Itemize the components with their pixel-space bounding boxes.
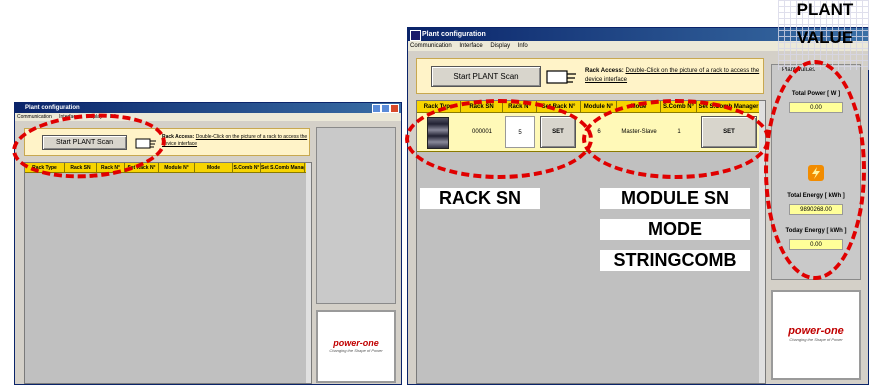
menu-interface[interactable]: Interface bbox=[459, 43, 482, 49]
logo-tagline: Changing the Shape of Power bbox=[329, 348, 383, 353]
left-plant-values-panel bbox=[316, 127, 396, 304]
annotation-plant-value-1: PLANT bbox=[796, 0, 854, 19]
menu-communication[interactable]: Communication bbox=[410, 43, 452, 49]
annotation-plant-value-2: VALUE bbox=[796, 28, 854, 47]
annotation-module-sn: MODULE SN bbox=[600, 188, 750, 209]
left-window-title: Plant configuration bbox=[25, 105, 80, 111]
col-mode: Mode bbox=[195, 163, 233, 172]
left-logo-box: power-one Changing the Shape of Power bbox=[316, 310, 396, 383]
power-one-logo: power-one bbox=[788, 325, 844, 337]
col-scomb-n: S.Comb N° bbox=[233, 163, 261, 172]
menu-display[interactable]: Display bbox=[490, 43, 510, 49]
app-icon bbox=[410, 30, 421, 41]
left-rack-access-text: Rack Access: Double-Click on the picture… bbox=[162, 134, 310, 148]
plant-value-highlight bbox=[764, 60, 866, 280]
power-one-logo: power-one bbox=[333, 338, 379, 348]
rack-sn-highlight bbox=[405, 99, 593, 179]
menu-info[interactable]: Info bbox=[518, 43, 528, 49]
left-grid-scrollbar[interactable] bbox=[306, 163, 311, 383]
rack-access-label: Rack Access: bbox=[585, 68, 624, 74]
left-rack-grid: Rack Type Rack SN Rack N° Set Rack N° Mo… bbox=[24, 162, 312, 384]
logo-tagline: Changing the Shape of Power bbox=[789, 337, 843, 342]
menu-communication[interactable]: Communication bbox=[17, 114, 52, 120]
close-icon[interactable] bbox=[390, 104, 399, 113]
right-window-title: Plant configuration bbox=[422, 31, 486, 38]
right-scan-bar: Start PLANT Scan Rack Access: Double-Cli… bbox=[416, 58, 764, 94]
col-set-scomb: Set S.Comb Manager bbox=[261, 163, 305, 172]
rack-access-label: Rack Access: bbox=[162, 134, 195, 140]
maximize-icon[interactable] bbox=[381, 104, 390, 113]
right-rack-access-text: Rack Access: Double-Click on the picture… bbox=[585, 67, 763, 85]
right-start-scan-button[interactable]: Start PLANT Scan bbox=[431, 66, 541, 87]
minimize-icon[interactable] bbox=[372, 104, 381, 113]
col-module-n: Module N° bbox=[159, 163, 195, 172]
hand-pointer-icon bbox=[546, 70, 576, 84]
right-logo-box: power-one Changing the Shape of Power bbox=[771, 290, 861, 380]
left-titlebar: Plant configuration bbox=[15, 103, 401, 113]
module-highlight bbox=[582, 99, 770, 179]
annotation-rack-sn: RACK SN bbox=[420, 188, 540, 209]
annotation-mode: MODE bbox=[600, 219, 750, 240]
annotation-stringcomb: STRINGCOMB bbox=[600, 250, 750, 271]
